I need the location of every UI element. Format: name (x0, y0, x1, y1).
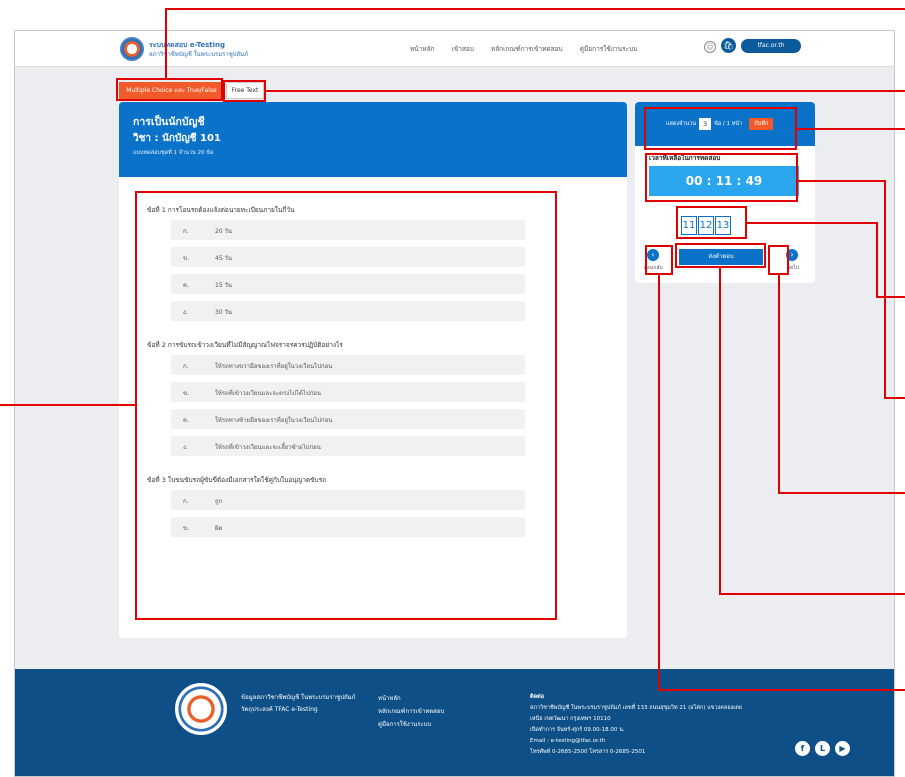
option-text: ให้รถทางขวามือของเราที่อยู่ในวงเวียนไปก่… (215, 363, 333, 370)
page-frame: ระบบทดสอบ e-Testing สภาวิชาชีพบัญชี ในพร… (14, 30, 895, 777)
social-links: f L ▶ (795, 741, 850, 756)
footer-nav: หน้าหลัก หลักเกณฑ์การเข้าทดสอบ คู่มือการ… (378, 692, 444, 731)
answer-option[interactable]: ข. 45 วัน (171, 247, 525, 267)
bag-icon[interactable]: 🛍 (721, 38, 736, 53)
question-pagination: 11 12 13 (681, 216, 731, 235)
nav-take-exam[interactable]: เข้าสอบ (452, 44, 474, 54)
question-text: ข้อที่ 3 ใบขนขับรถผู้ขับขี่ต้องมีเอกสารใ… (147, 476, 327, 484)
contact-line: Email : e-testing@tfac.or.th (530, 738, 606, 744)
page-button[interactable]: 11 (681, 216, 697, 235)
answer-option[interactable]: ข. ให้รถที่เข้าวงเวียนและจะตรงไปได้ไปก่อน (171, 382, 525, 402)
site-footer: ข้อมูลสภาวิชาชีพบัญชี ในพระบรมราชูปถัมภ์… (15, 669, 894, 776)
annotation-line (165, 8, 905, 10)
footer-link[interactable]: คู่มือการใช้งานระบบ (378, 718, 444, 731)
answer-option[interactable]: ง. 30 วัน (171, 301, 525, 321)
option-key: ก. (183, 498, 189, 505)
option-text: ถูก (215, 498, 223, 505)
answer-option[interactable]: ค. 15 วัน (171, 274, 525, 294)
exam-sidebar: แสดงจำนวน 3 ข้อ / 1 หน้า บันทึก เวลาที่เ… (635, 102, 815, 283)
brand-subtitle: สภาวิชาชีพบัญชี ในพระบรมราชูปถัมภ์ (149, 51, 249, 58)
answer-option[interactable]: ก. 20 วัน (171, 220, 525, 240)
option-text: 45 วัน (215, 255, 233, 262)
option-key: ก. (183, 363, 189, 370)
option-key: ก. (183, 228, 189, 235)
exam-subject: วิชา : นักบัญชี 101 (133, 133, 221, 144)
screen: ระบบทดสอบ e-Testing สภาวิชาชีพบัญชี ในพร… (0, 0, 905, 777)
option-text: 30 วัน (215, 309, 233, 316)
per-page-panel: แสดงจำนวน 3 ข้อ / 1 หน้า บันทึก (635, 102, 815, 146)
option-key: ค. (183, 282, 189, 289)
answer-option[interactable]: ง. ให้รถที่เข้าวงเวียนและจะเลี้ยวซ้ายไปก่… (171, 436, 525, 456)
answer-option[interactable]: ข. ผิด (171, 517, 525, 537)
footer-about: ข้อมูลสภาวิชาชีพบัญชี ในพระบรมราชูปถัมภ์… (241, 692, 356, 716)
answer-option[interactable]: ก. ให้รถทางขวามือของเราที่อยู่ในวงเวียนไป… (171, 355, 525, 375)
tab-free-text[interactable]: Free Text (226, 82, 264, 99)
nav-user-manual[interactable]: คู่มือการใช้งานระบบ (580, 44, 638, 54)
option-text: 15 วัน (215, 282, 233, 289)
site-link-button[interactable]: tfac.or.th (741, 39, 801, 53)
chevron-right-icon[interactable]: › (786, 249, 798, 261)
option-key: ข. (183, 525, 190, 532)
site-header: ระบบทดสอบ e-Testing สภาวิชาชีพบัญชี ในพร… (15, 31, 894, 67)
footer-link[interactable]: วัตถุประสงค์ TFAC e-Testing (241, 704, 356, 716)
question-text: ข้อที่ 1 การโอนรถต้องแจ้งต่อนายทะเบียนภา… (147, 206, 295, 214)
tfac-seal-icon (175, 683, 227, 735)
option-key: ข. (183, 390, 190, 397)
prev-label[interactable]: ย้อนกลับ (644, 264, 663, 272)
per-page-prefix: แสดงจำนวน (666, 121, 697, 127)
option-key: ง. (183, 309, 188, 316)
per-page-save-button[interactable]: บันทึก (749, 118, 774, 130)
timer-label: เวลาที่เหลือในการทดสอบ (649, 154, 721, 162)
exam-banner: การเป็นนักบัญชี วิชา : นักบัญชี 101 แบบท… (119, 102, 627, 177)
nav-home[interactable]: หน้าหลัก (410, 44, 435, 54)
youtube-icon[interactable]: ▶ (835, 741, 850, 756)
footer-link[interactable]: หน้าหลัก (378, 692, 444, 705)
question-list: ข้อที่ 1 การโอนรถต้องแจ้งต่อนายทะเบียนภา… (137, 191, 557, 616)
line-icon[interactable]: L (815, 741, 830, 756)
footer-link[interactable]: หลักเกณฑ์การเข้าทดสอบ (378, 705, 444, 718)
exam-title: การเป็นนักบัญชี (133, 116, 205, 128)
contact-title: ติดต่อ (530, 694, 545, 700)
footer-contact: ติดต่อ สภาวิชาชีพบัญชี ในพระบรมราชูปถัมภ… (530, 692, 742, 758)
countdown-timer: 00 : 11 : 49 (649, 166, 799, 196)
option-text: ให้รถที่เข้าวงเวียนและจะตรงไปได้ไปก่อน (215, 390, 322, 397)
option-text: 20 วัน (215, 228, 233, 235)
main-nav: หน้าหลัก เข้าสอบ หลักเกณฑ์การเข้าทดสอบ ค… (410, 44, 637, 54)
contact-line: เปิดทำการ จันทร์-ศุกร์ 09.00-18.00 น. (530, 727, 625, 733)
page-button[interactable]: 13 (715, 216, 731, 235)
user-icon[interactable]: ☺ (704, 41, 716, 53)
contact-line: สภาวิชาชีพบัญชี ในพระบรมราชูปถัมภ์ เลขที… (530, 705, 742, 711)
per-page-control: แสดงจำนวน 3 ข้อ / 1 หน้า บันทึก (666, 118, 774, 130)
option-key: ข. (183, 255, 190, 262)
answer-option[interactable]: ค. ให้รถทางซ้ายมือของเราที่อยู่ในวงเวียนไ… (171, 409, 525, 429)
exam-note: แบบทดสอบชุดที่ 1 จำนวน 20 ข้อ (133, 150, 214, 156)
facebook-icon[interactable]: f (795, 741, 810, 756)
submit-answers-button[interactable]: ส่งคำตอบ (679, 249, 763, 265)
option-text: ให้รถทางซ้ายมือของเราที่อยู่ในวงเวียนไปก… (215, 417, 333, 424)
tab-multiple-choice[interactable]: Multiple Choice และ True/False (119, 82, 224, 99)
per-page-suffix: ข้อ / 1 หน้า (714, 121, 743, 127)
exam-card: การเป็นนักบัญชี วิชา : นักบัญชี 101 แบบท… (119, 102, 627, 638)
page-button[interactable]: 12 (698, 216, 714, 235)
contact-line: โทรศัพท์ 0-2685-2500 โทรสาร 0-2685-2501 (530, 749, 646, 755)
contact-line: เหนือ เขตวัฒนา กรุงเทพฯ 10110 (530, 716, 611, 722)
per-page-input[interactable]: 3 (699, 118, 712, 130)
footer-link[interactable]: ข้อมูลสภาวิชาชีพบัญชี ในพระบรมราชูปถัมภ์ (241, 692, 356, 704)
answer-option[interactable]: ก. ถูก (171, 490, 525, 510)
option-text: ให้รถที่เข้าวงเวียนและจะเลี้ยวซ้ายไปก่อน (215, 444, 321, 451)
question-text: ข้อที่ 2 การขับรถเข้าวงเวียนที่ไม่มีสัญญ… (147, 341, 343, 349)
tfac-logo-icon[interactable] (120, 37, 144, 61)
nav-exam-criteria[interactable]: หลักเกณฑ์การเข้าทดสอบ (491, 44, 563, 54)
chevron-left-icon[interactable]: ‹ (647, 249, 659, 261)
option-key: ง. (183, 444, 188, 451)
option-key: ค. (183, 417, 189, 424)
option-text: ผิด (215, 525, 223, 532)
next-label[interactable]: ถัดไป (787, 264, 799, 272)
